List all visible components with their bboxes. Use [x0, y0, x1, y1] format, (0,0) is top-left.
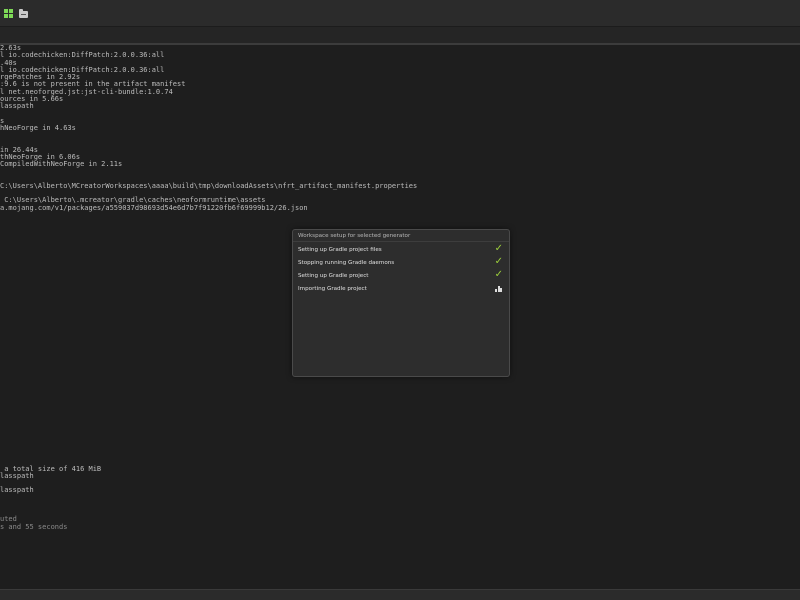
console-line: C:\Users\Alberto\MCreatorWorkspaces\aaaa…	[0, 181, 418, 190]
top-toolbar	[0, 0, 800, 27]
step-setup-gradle-project: Setting up Gradle project ✓	[297, 269, 505, 282]
console-line: s	[0, 116, 5, 125]
console-line: a.mojang.com/v1/packages/a559037d98693d5…	[0, 203, 308, 212]
step-label: Importing Gradle project	[298, 286, 367, 292]
console-line: a total size of 416 MiB	[0, 464, 102, 473]
step-stop-gradle-daemons: Stopping running Gradle daemons ✓	[297, 256, 505, 269]
console-line: lasspath	[0, 486, 34, 495]
console-line: CompiledWithNeoForge in 2.11s	[0, 160, 123, 168]
workspace-tab-strip	[0, 27, 800, 43]
console-line: l net.neoforged.jst:jst-cli-bundle:1.0.7…	[0, 87, 173, 96]
step-label: Setting up Gradle project files	[298, 247, 382, 253]
dialog-divider	[293, 241, 509, 242]
step-label: Setting up Gradle project	[298, 273, 369, 279]
status-bar	[0, 589, 800, 600]
console-line: lasspath	[0, 471, 34, 480]
console-line: in 26.44s	[0, 145, 38, 154]
check-icon: ✓	[494, 243, 503, 254]
mcreator-window: 2.63s l io.codechicken:DiffPatch:2.0.0.36…	[0, 0, 800, 600]
check-icon: ✓	[494, 269, 503, 280]
folder-icon[interactable]	[19, 9, 28, 18]
workspace-setup-dialog: Workspace setup for selected generator S…	[292, 229, 510, 377]
console-line: lasspath	[0, 102, 34, 110]
console-line: hNeoForge in 4.63s	[0, 123, 76, 132]
console-line: uted	[0, 515, 17, 524]
dialog-title: Workspace setup for selected generator	[298, 233, 411, 239]
working-icon	[495, 286, 502, 292]
console-line: l io.codechicken:DiffPatch:2.0.0.36:all	[0, 65, 165, 74]
step-setup-project-files: Setting up Gradle project files ✓	[297, 243, 505, 256]
console-line: s and 55 seconds	[0, 522, 68, 531]
workspace-grid-icon[interactable]	[4, 9, 13, 18]
console-line: l io.codechicken:DiffPatch:2.0.0.36:all	[0, 51, 165, 60]
check-icon: ✓	[494, 256, 503, 267]
step-label: Stopping running Gradle daemons	[298, 260, 395, 266]
console-line: ources in 5.66s	[0, 94, 64, 103]
step-import-gradle-project: Importing Gradle project	[297, 284, 505, 295]
